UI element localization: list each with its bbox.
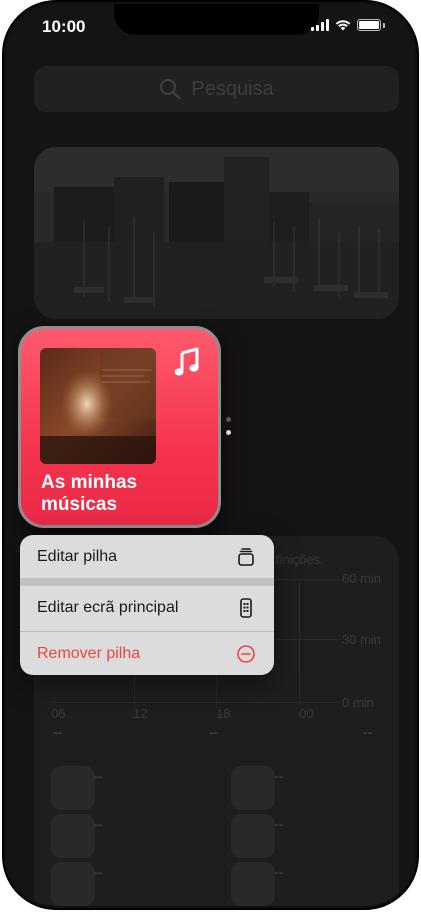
page-dot-active xyxy=(226,430,231,435)
app-usage-value: -- xyxy=(274,864,284,880)
y-tick-60: 60 min xyxy=(342,571,382,586)
app-icon-placeholder xyxy=(231,814,275,858)
app-usage-value: -- xyxy=(93,768,103,784)
minus-circle-icon xyxy=(237,644,255,663)
search-bar[interactable]: Pesquisa xyxy=(34,66,399,112)
x-tick-12: 12 xyxy=(133,706,148,721)
stack-icon xyxy=(238,547,254,566)
edit-home-screen-menu-item[interactable]: Editar ecrã principal xyxy=(20,586,274,629)
device-bezel: 10:00 Pesquisa finições. 60 min 30 min 0… xyxy=(2,0,419,910)
status-icons xyxy=(311,19,385,31)
app-icon-placeholder xyxy=(51,862,95,906)
search-placeholder: Pesquisa xyxy=(191,77,274,100)
music-widget[interactable]: As minhas músicas xyxy=(18,326,221,528)
album-artwork[interactable] xyxy=(40,348,156,464)
remove-stack-menu-item[interactable]: Remover pilha xyxy=(20,632,274,675)
home-screen: 10:00 Pesquisa finições. 60 min 30 min 0… xyxy=(6,4,415,906)
edit-stack-menu-item[interactable]: Editar pilha xyxy=(20,535,274,578)
app-icon-placeholder xyxy=(231,862,275,906)
x-tick-00: 00 xyxy=(299,706,314,721)
phone-frame: 10:00 Pesquisa finições. 60 min 30 min 0… xyxy=(0,0,421,912)
screen-time-caption: finições. xyxy=(276,552,324,567)
wifi-icon xyxy=(335,20,351,31)
app-icon-placeholder xyxy=(51,814,95,858)
battery-tip xyxy=(383,22,385,28)
context-menu: Editar pilha Editar ecrã principal Remov… xyxy=(20,535,274,675)
phone-icon xyxy=(240,597,252,618)
status-time: 10:00 xyxy=(42,17,86,36)
app-icon-placeholder xyxy=(231,766,275,810)
page-dot xyxy=(226,417,231,422)
music-note-icon xyxy=(174,347,199,376)
menu-group-separator xyxy=(20,578,274,586)
y-tick-30: 30 min xyxy=(342,632,382,647)
menu-item-label: Editar pilha xyxy=(37,547,118,565)
battery-icon xyxy=(357,19,381,31)
app-usage-value: -- xyxy=(93,816,103,832)
harbor-photo xyxy=(34,147,399,319)
app-usage-value: -- xyxy=(93,864,103,880)
menu-item-label: Remover pilha xyxy=(37,644,141,662)
notch xyxy=(114,4,319,35)
stat-value: -- xyxy=(363,724,373,740)
menu-item-label: Editar ecrã principal xyxy=(37,598,179,616)
stack-page-indicator xyxy=(226,417,231,443)
x-tick-18: 18 xyxy=(216,706,231,721)
search-icon xyxy=(160,78,181,100)
stat-value: -- xyxy=(209,724,219,740)
app-usage-value: -- xyxy=(274,768,284,784)
photos-widget[interactable] xyxy=(34,147,399,319)
app-usage-value: -- xyxy=(274,816,284,832)
widget-title: As minhas músicas xyxy=(41,472,138,515)
stat-value: -- xyxy=(53,724,63,740)
app-icon-placeholder xyxy=(51,766,95,810)
album-artwork-image xyxy=(40,348,156,464)
y-tick-0: 0 min xyxy=(342,695,374,710)
cellular-signal-icon xyxy=(311,19,329,31)
x-tick-06: 06 xyxy=(51,706,66,721)
